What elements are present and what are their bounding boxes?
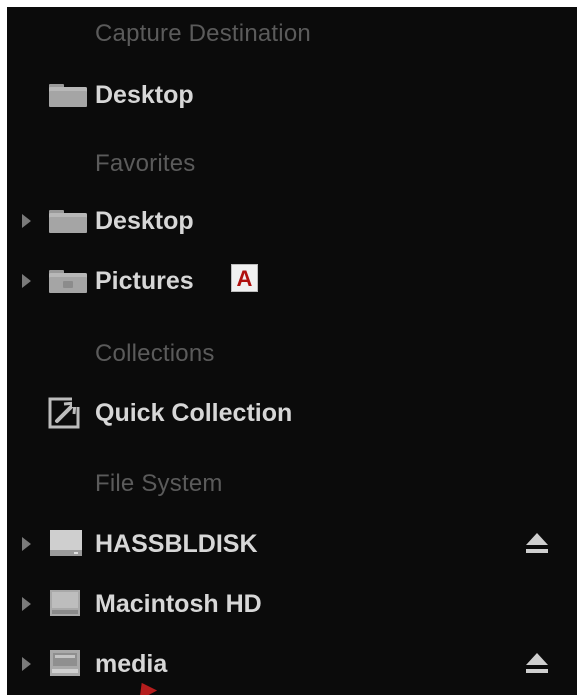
source-panel: Capture Destination Desktop Favorites De… [7,7,577,695]
quick-collection-item[interactable]: Quick Collection [7,389,577,437]
volume-item-hassbldisk[interactable]: HASSBLDISK [7,520,577,568]
folder-icon [49,210,87,233]
annotation-badge: A [231,264,258,292]
disclosure-triangle-icon[interactable] [22,597,31,611]
item-label: Macintosh HD [95,590,262,618]
eject-icon[interactable] [524,531,550,555]
section-header-file-system: File System [95,470,223,497]
item-label: media [95,650,168,678]
disclosure-triangle-icon[interactable] [22,537,31,551]
folder-icon [49,270,87,293]
item-label: Quick Collection [95,399,293,427]
hard-drive-icon [50,530,82,556]
section-header-capture-destination: Capture Destination [95,20,311,47]
disclosure-triangle-icon[interactable] [22,214,31,228]
item-label: Pictures [95,267,194,295]
capture-destination-desktop[interactable]: Desktop [7,71,577,119]
item-label: HASSBLDISK [95,530,258,558]
section-header-collections: Collections [95,340,215,367]
disclosure-triangle-icon[interactable] [22,657,31,671]
volume-item-media[interactable]: media [7,640,577,688]
favorites-item-desktop[interactable]: Desktop [7,197,577,245]
item-label: Desktop [95,81,194,109]
volume-item-macintosh-hd[interactable]: Macintosh HD [7,580,577,628]
favorites-item-pictures[interactable]: Pictures A [7,257,577,305]
quick-collection-icon [48,397,84,429]
hard-drive-icon [50,650,80,676]
hard-drive-icon [50,590,80,616]
eject-icon[interactable] [524,651,550,675]
folder-icon [49,84,87,107]
disclosure-triangle-icon[interactable] [22,274,31,288]
section-header-favorites: Favorites [95,150,196,177]
item-label: Desktop [95,207,194,235]
